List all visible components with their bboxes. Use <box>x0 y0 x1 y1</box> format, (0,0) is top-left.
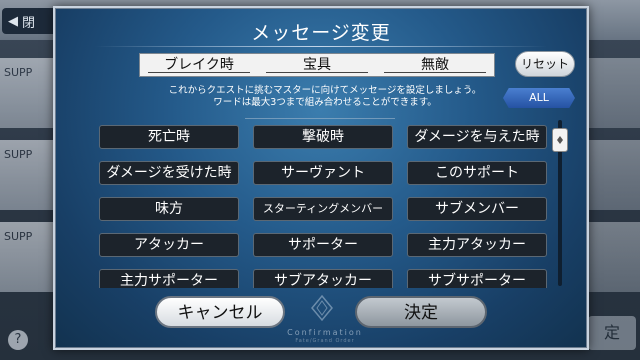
background-support-panel-3: SUPP <box>0 222 60 292</box>
word-button[interactable]: アタッカー <box>99 233 239 257</box>
scroll-handle-icon[interactable] <box>552 128 568 152</box>
word-button[interactable]: スターティングメンバー <box>253 197 393 221</box>
description-line-1: これからクエストに挑むマスターに向けてメッセージを設定しましょう。 <box>168 85 482 96</box>
confirmation-subcaption: Fate/Grand Order <box>295 338 355 344</box>
word-button[interactable]: このサポート <box>407 161 547 185</box>
background-right-panel-2 <box>580 140 640 210</box>
word-button[interactable]: 死亡時 <box>99 125 239 149</box>
back-label: 閉 <box>22 15 36 31</box>
word-button[interactable]: 撃破時 <box>253 125 393 149</box>
message-change-dialog: メッセージ変更 ブレイク時 宝具 無敵 リセット これからクエストに挑むマスター… <box>53 6 589 350</box>
filter-tab-all[interactable]: ALL <box>503 88 575 108</box>
dialog-description: これからクエストに挑むマスターに向けてメッセージを設定しましょう。 ワードは最大… <box>145 85 505 109</box>
help-icon[interactable]: ? <box>8 330 28 350</box>
word-list: 死亡時 撃破時 ダメージを与えた時 ダメージを受けた時 サーヴァント このサポー… <box>85 118 549 288</box>
background-right-panel-1 <box>580 58 640 128</box>
word-button[interactable]: サーヴァント <box>253 161 393 185</box>
emblem-icon <box>311 294 333 322</box>
background-support-panel-1: SUPP <box>0 58 60 128</box>
message-slot-3[interactable]: 無敵 <box>376 54 494 76</box>
background-support-panel-2: SUPP <box>0 140 60 210</box>
description-line-2: ワードは最大3つまで組み合わせることができます。 <box>213 97 437 108</box>
background-right-panel-3 <box>580 222 640 292</box>
word-button[interactable]: サブサポーター <box>407 269 547 288</box>
confirm-button[interactable]: 決定 <box>355 296 487 328</box>
word-button[interactable]: ダメージを受けた時 <box>99 161 239 185</box>
message-slots: ブレイク時 宝具 無敵 <box>139 53 495 77</box>
word-button[interactable]: ダメージを与えた時 <box>407 125 547 149</box>
support-label: SUPP <box>4 230 33 243</box>
background-confirm-button: 定 <box>588 316 636 350</box>
reset-button[interactable]: リセット <box>515 51 575 77</box>
message-slot-2[interactable]: 宝具 <box>258 54 376 76</box>
title-divider <box>95 46 547 47</box>
word-button[interactable]: 主力サポーター <box>99 269 239 288</box>
list-top-divider <box>245 118 395 119</box>
cancel-button[interactable]: キャンセル <box>155 296 285 328</box>
back-arrow-icon: ◀ <box>8 13 18 29</box>
word-button[interactable]: 味方 <box>99 197 239 221</box>
word-button[interactable]: 主力アタッカー <box>407 233 547 257</box>
confirmation-caption: Confirmation <box>287 328 363 337</box>
dialog-title: メッセージ変更 <box>251 22 391 44</box>
support-label: SUPP <box>4 66 33 79</box>
word-button[interactable]: サポーター <box>253 233 393 257</box>
support-label: SUPP <box>4 148 33 161</box>
word-button[interactable]: サブメンバー <box>407 197 547 221</box>
word-button[interactable]: サブアタッカー <box>253 269 393 288</box>
message-slot-1[interactable]: ブレイク時 <box>140 54 258 76</box>
